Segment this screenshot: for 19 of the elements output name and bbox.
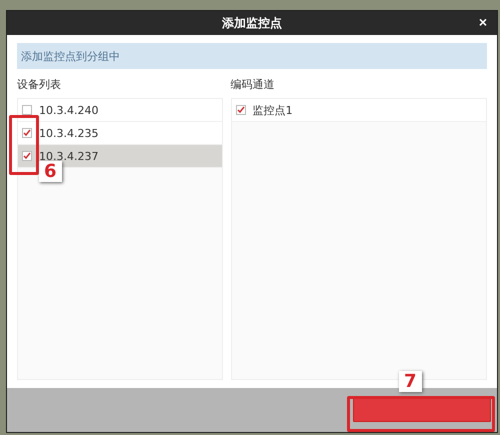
- checkbox[interactable]: [22, 128, 32, 138]
- panel-label: 设备列表: [17, 77, 62, 92]
- device-row[interactable]: 10.3.4.235: [18, 122, 222, 145]
- checkbox[interactable]: [22, 151, 32, 161]
- step-number: 6: [39, 161, 62, 182]
- device-address: 10.3.4.237: [39, 150, 98, 162]
- checkbox[interactable]: [22, 105, 32, 115]
- step-number: 7: [399, 371, 422, 392]
- device-address: 10.3.4.235: [39, 126, 98, 140]
- window-title: 添加监控点: [222, 14, 282, 32]
- channel-name: 监控点1: [252, 102, 293, 118]
- highlight-frame: [9, 115, 39, 175]
- close-button[interactable]: ×: [476, 14, 489, 30]
- panel-label: 编码通道: [230, 77, 276, 92]
- section-banner: 添加监控点到分组中: [17, 43, 487, 69]
- device-address: 10.3.4.240: [39, 104, 98, 116]
- channel-row[interactable]: 监控点1: [232, 99, 486, 122]
- checkbox[interactable]: [236, 105, 246, 115]
- device-row[interactable]: 10.3.4.240: [18, 99, 222, 122]
